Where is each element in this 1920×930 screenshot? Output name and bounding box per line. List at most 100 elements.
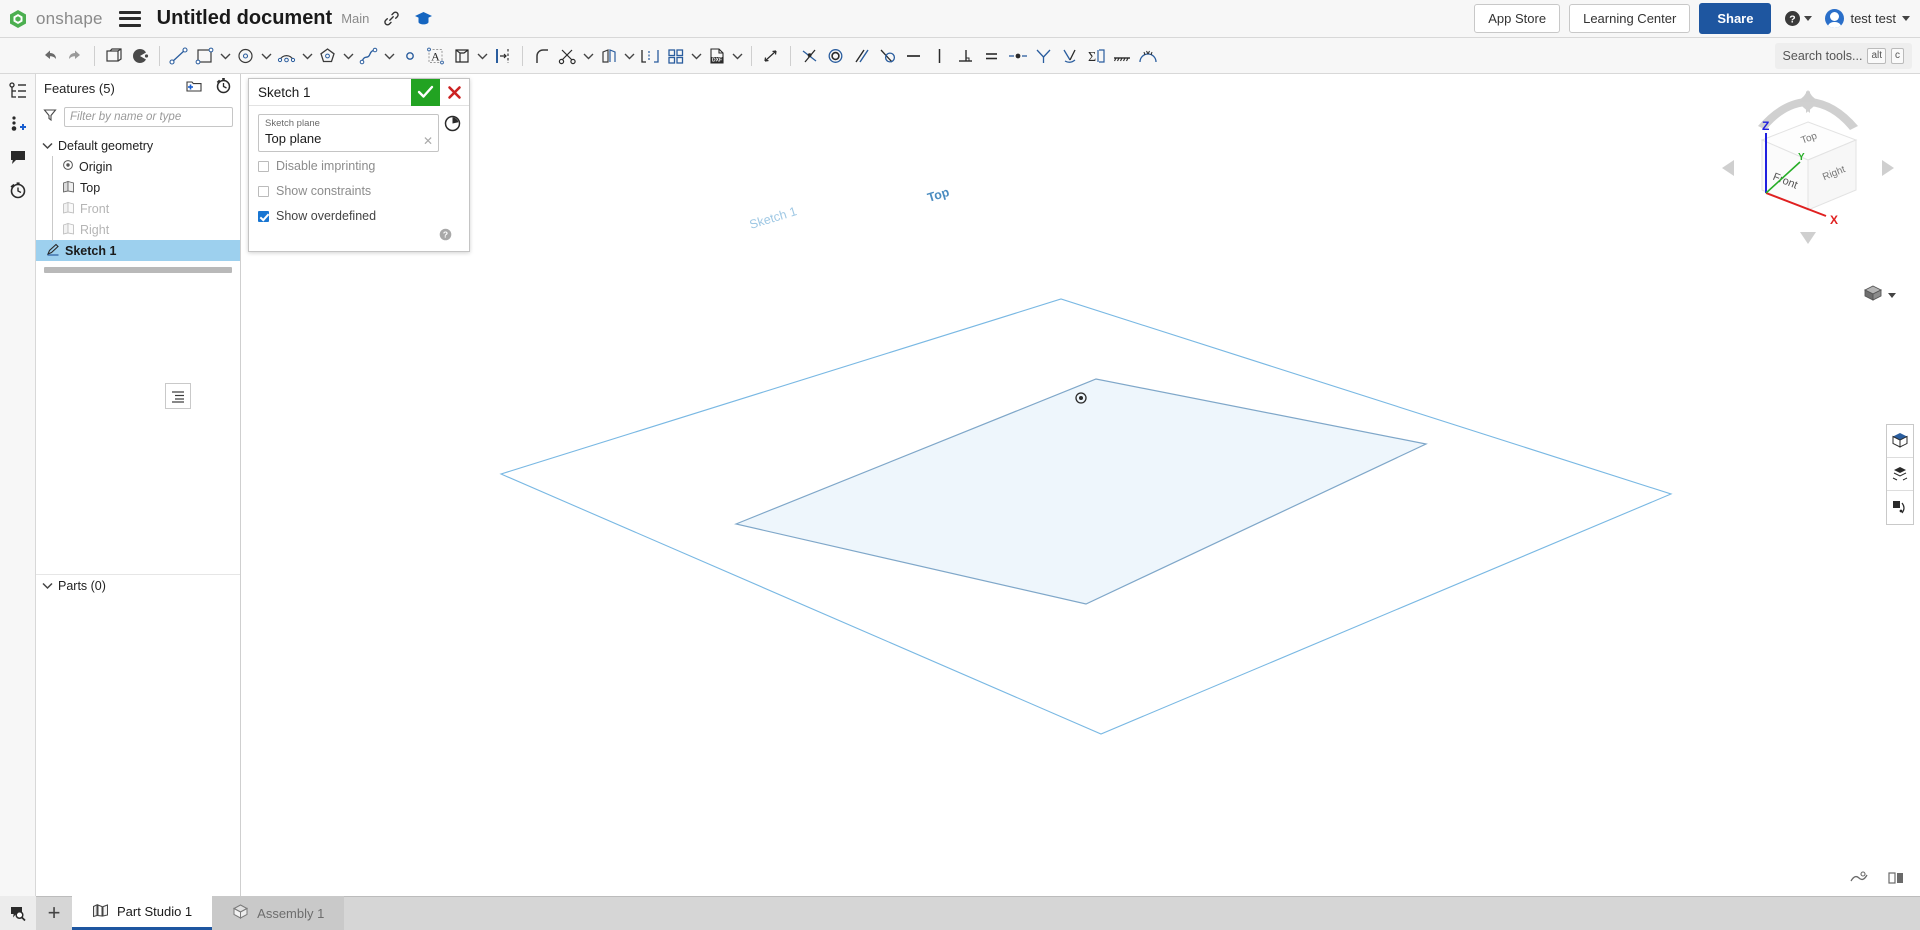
tab-part-studio-1[interactable]: Part Studio 1 bbox=[72, 896, 212, 930]
tree-item-origin[interactable]: Origin bbox=[36, 156, 240, 177]
user-menu[interactable]: test test bbox=[1825, 9, 1910, 28]
accept-button[interactable] bbox=[411, 79, 440, 106]
list-view-icon[interactable] bbox=[165, 383, 191, 409]
cad-scene[interactable]: Sketch 1 Top bbox=[241, 74, 1920, 896]
equal-icon[interactable] bbox=[979, 43, 1005, 69]
clock-history-icon[interactable] bbox=[444, 115, 461, 137]
pac-trim-icon[interactable] bbox=[127, 43, 153, 69]
vertical-icon[interactable] bbox=[927, 43, 953, 69]
arc-icon[interactable] bbox=[274, 43, 300, 69]
tree-item-front-plane[interactable]: Front bbox=[36, 198, 240, 219]
offset-icon[interactable] bbox=[490, 43, 516, 69]
concentric-icon[interactable] bbox=[823, 43, 849, 69]
filter-input[interactable] bbox=[64, 107, 233, 127]
explode-view-icon[interactable] bbox=[1887, 458, 1913, 491]
spline-icon[interactable] bbox=[356, 43, 382, 69]
tangent-icon[interactable] bbox=[875, 43, 901, 69]
undo-icon[interactable] bbox=[36, 43, 62, 69]
graphics-viewport[interactable]: Sketch 1 Top bbox=[241, 74, 1920, 896]
feature-list-icon[interactable] bbox=[0, 74, 36, 107]
link-icon[interactable] bbox=[383, 10, 400, 27]
search-tools-box[interactable]: Search tools... alt c bbox=[1775, 43, 1912, 69]
chevron-down-icon[interactable] bbox=[42, 579, 53, 593]
text-icon[interactable]: A bbox=[423, 43, 449, 69]
horizontal-icon[interactable] bbox=[901, 43, 927, 69]
parallel-icon[interactable] bbox=[849, 43, 875, 69]
circle-icon[interactable] bbox=[233, 43, 259, 69]
chevron-down-icon[interactable] bbox=[42, 139, 53, 153]
hamburger-menu-icon[interactable] bbox=[119, 11, 141, 27]
cancel-button[interactable] bbox=[440, 79, 469, 106]
redo-icon[interactable] bbox=[62, 43, 88, 69]
history-rollback-icon[interactable] bbox=[215, 77, 232, 99]
filter-funnel-icon[interactable] bbox=[43, 108, 57, 127]
grid-pattern-icon[interactable] bbox=[663, 43, 689, 69]
point-icon[interactable] bbox=[397, 43, 423, 69]
chevron-down-icon[interactable] bbox=[581, 43, 596, 69]
mirror-icon[interactable] bbox=[596, 43, 622, 69]
new-folder-icon[interactable] bbox=[186, 79, 202, 98]
trim-icon[interactable] bbox=[555, 43, 581, 69]
graduation-cap-icon[interactable] bbox=[414, 10, 433, 27]
show-constraints-row[interactable]: Show constraints bbox=[258, 180, 460, 202]
add-point-icon[interactable] bbox=[0, 107, 36, 140]
show-constraints-checkbox[interactable] bbox=[258, 186, 269, 197]
perpendicular-icon[interactable] bbox=[953, 43, 979, 69]
branch-label[interactable]: Main bbox=[341, 11, 369, 26]
tree-item-right-plane[interactable]: Right bbox=[36, 219, 240, 240]
use-projection-icon[interactable] bbox=[449, 43, 475, 69]
fillet-icon[interactable] bbox=[529, 43, 555, 69]
chevron-down-icon[interactable] bbox=[218, 43, 233, 69]
sketch-copy-icon[interactable] bbox=[101, 43, 127, 69]
show-overdefined-row[interactable]: Show overdefined bbox=[258, 205, 460, 227]
document-title[interactable]: Untitled document bbox=[157, 7, 333, 30]
rectangle-icon[interactable] bbox=[192, 43, 218, 69]
coincident-icon[interactable] bbox=[797, 43, 823, 69]
help-menu[interactable]: ? bbox=[1784, 10, 1812, 27]
linear-pattern-icon[interactable] bbox=[637, 43, 663, 69]
history-icon[interactable] bbox=[0, 173, 36, 206]
tree-item-top-plane[interactable]: Top bbox=[36, 177, 240, 198]
comment-icon[interactable] bbox=[0, 140, 36, 173]
tab-assembly-1[interactable]: Assembly 1 bbox=[212, 896, 344, 930]
disable-imprinting-checkbox[interactable] bbox=[258, 161, 269, 172]
symmetric-icon[interactable] bbox=[1031, 43, 1057, 69]
curvature-icon[interactable] bbox=[1057, 43, 1083, 69]
add-tab-icon[interactable]: + bbox=[36, 896, 72, 930]
chevron-down-icon[interactable] bbox=[382, 43, 397, 69]
chevron-down-icon[interactable] bbox=[259, 43, 274, 69]
share-button[interactable]: Share bbox=[1699, 3, 1771, 34]
section-view-icon[interactable] bbox=[1887, 425, 1913, 458]
chevron-down-icon[interactable] bbox=[622, 43, 637, 69]
tree-item-sketch-1[interactable]: Sketch 1 bbox=[36, 240, 240, 261]
polygon-icon[interactable] bbox=[315, 43, 341, 69]
show-overdefined-checkbox[interactable] bbox=[258, 211, 269, 222]
measure-icon[interactable] bbox=[1887, 491, 1913, 524]
fix-icon[interactable] bbox=[1109, 43, 1135, 69]
chevron-down-icon[interactable] bbox=[730, 43, 745, 69]
parts-header[interactable]: Parts (0) bbox=[36, 574, 240, 596]
chevron-down-icon[interactable] bbox=[300, 43, 315, 69]
render-icon[interactable] bbox=[1850, 871, 1868, 890]
chevron-down-icon[interactable] bbox=[689, 43, 704, 69]
display-style-button[interactable] bbox=[1863, 284, 1896, 307]
onshape-logo-icon[interactable] bbox=[7, 8, 29, 30]
line-icon[interactable] bbox=[166, 43, 192, 69]
help-circle-icon[interactable]: ? bbox=[439, 228, 452, 246]
sum-icon[interactable]: Σ bbox=[1083, 43, 1109, 69]
chevron-down-icon[interactable] bbox=[475, 43, 490, 69]
tree-item-default-geometry[interactable]: Default geometry bbox=[36, 135, 240, 156]
app-store-button[interactable]: App Store bbox=[1474, 4, 1560, 33]
clear-x-icon[interactable]: ✕ bbox=[423, 135, 433, 147]
tab-search-icon[interactable] bbox=[0, 896, 36, 930]
dimension-icon[interactable] bbox=[758, 43, 784, 69]
feature-rollback-bar[interactable] bbox=[44, 267, 232, 273]
construction-icon[interactable] bbox=[1135, 43, 1161, 69]
compare-icon[interactable] bbox=[1888, 871, 1904, 890]
view-cube[interactable]: Top Front Right Z X Y bbox=[1718, 88, 1898, 248]
disable-imprinting-row[interactable]: Disable imprinting bbox=[258, 155, 460, 177]
sketch-plane-field[interactable]: Sketch plane Top plane ✕ bbox=[258, 114, 439, 152]
dxf-import-icon[interactable]: DXF bbox=[704, 43, 730, 69]
midpoint-icon[interactable] bbox=[1005, 43, 1031, 69]
chevron-down-icon[interactable] bbox=[341, 43, 356, 69]
